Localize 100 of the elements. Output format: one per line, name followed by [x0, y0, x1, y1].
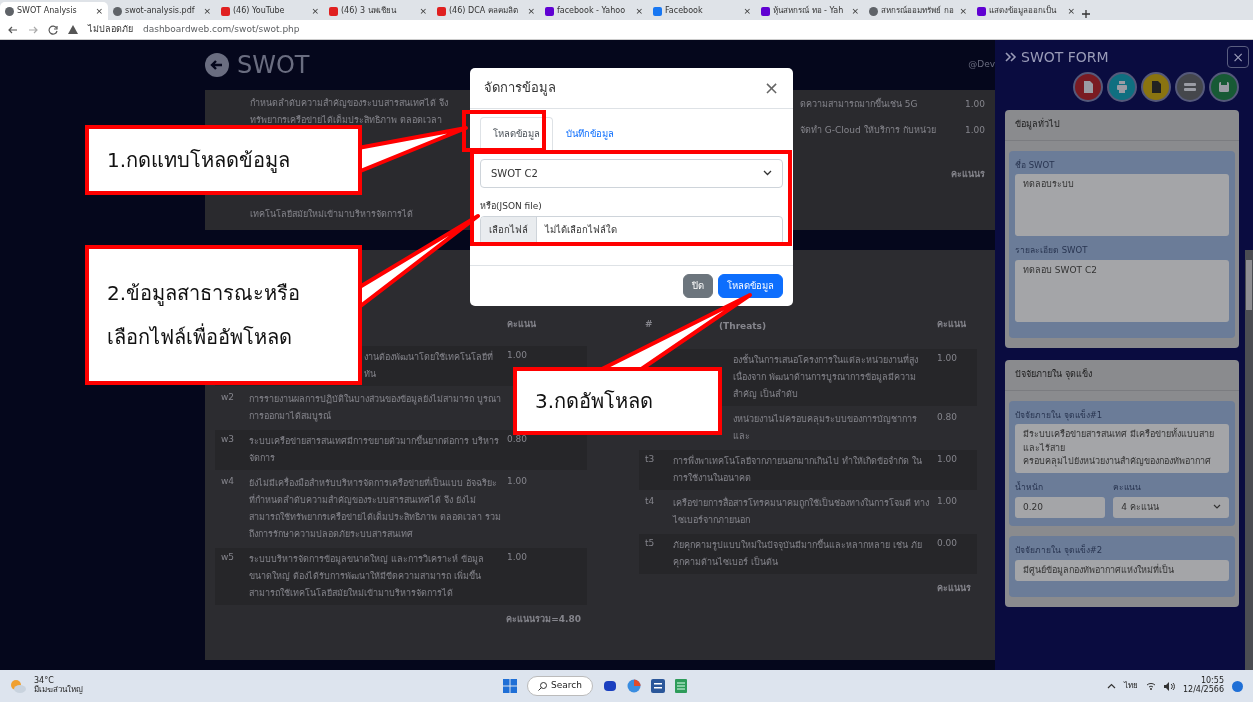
close-button[interactable]: ×	[763, 78, 779, 97]
text-area[interactable]: มีศูนย์ข้อมูลกองทัพอากาศแห่งใหม่ที่เป็น	[1015, 559, 1229, 582]
browser-tab[interactable]: swot-analysis.pdf ×	[108, 2, 216, 20]
close-icon[interactable]: ×	[1067, 6, 1075, 16]
browser-tab[interactable]: facebook - Yahoo ×	[540, 2, 648, 20]
reload-icon[interactable]	[48, 24, 58, 35]
search-field[interactable]: Search	[527, 676, 593, 696]
site-icon	[977, 6, 986, 16]
row-id: t3	[644, 453, 656, 466]
table-text: ระบบบริหารจัดการข้อมูลขนาดใหญ่ และการวิเคราะห์ ข้อมูลขนาดใหญ่ ต้องได้รับการพัฒนาให้มีขีดความสามารถ เพิ่มขึ้น สามารถใช้เทคโนโลยีสมัยใหม่เข้ามาบริหารจัดการได้	[249, 552, 485, 600]
dialog-title: จัดการข้อมูล	[484, 79, 556, 98]
chevron-up-icon[interactable]	[1106, 683, 1116, 689]
close-icon[interactable]: ×	[527, 6, 535, 16]
browser-tab[interactable]: SWOT Analysis ×	[0, 2, 108, 20]
user-label: @Dev	[968, 58, 995, 72]
field-label: คะแนน	[1113, 480, 1143, 494]
table-text: ภัยคุกคามรูปแบบใหม่ในปัจจุบันมีมากขึ้นและหลากหลาย เช่น ภัยคุกคามด้านไซเบอร์ เป็นต้น	[673, 538, 923, 570]
new-tab-icon[interactable]	[1080, 8, 1092, 20]
browser-tab[interactable]: สหกรณ์ออมทรัพย์ กอ ×	[864, 2, 972, 20]
close-icon[interactable]: ×	[419, 6, 427, 16]
column-header: #	[644, 318, 654, 331]
close-icon[interactable]: ×	[311, 6, 319, 16]
browser-tab[interactable]: หุ้นสหกรณ์ ทอ - Yah ×	[756, 2, 864, 20]
address-field[interactable]: dashboardweb.com/swot/swot.php	[143, 22, 300, 37]
table-text: ระบบเครือข่ายสารสนเทศมีการขยายตัวมากขึ้นยากต่อการ บริหารจัดการ	[249, 434, 500, 465]
column-header: คะแนน	[937, 318, 967, 331]
score-text: 0.80	[507, 432, 529, 446]
close-icon[interactable]: ×	[851, 6, 859, 16]
print-button[interactable]	[1107, 72, 1137, 102]
spreadsheet-icon	[1150, 81, 1162, 93]
search-icon	[538, 681, 547, 691]
table-text: เครือข่ายการสื่อสารโทรคมนาคมถูกใช้เป็นช่องทางในการโจมตี ทางไซเบอร์จากภายนอก	[673, 496, 930, 527]
wifi-icon[interactable]	[1145, 682, 1156, 690]
table-text: องชั้นในการเสนอโครงการในแต่ละหน่วยงานที่สูง เนื่องจาก พัฒนาด้านการบูรณาการข้อมูลมีความสำคัญ เป็นลำดับ	[732, 353, 919, 401]
browser-tab[interactable]: (46) 3 นพเชียน ×	[324, 2, 432, 20]
select-field[interactable]: SWOT C2	[480, 158, 783, 188]
close-icon[interactable]: ×	[203, 6, 211, 16]
load-button[interactable]: โหลดข้อมูล	[718, 273, 783, 298]
choose-file-button[interactable]: เลือกไฟล์	[481, 217, 537, 244]
text-area[interactable]: มีระบบเครือข่ายสารสนเทศ มีเครือข่ายทั้งแบบสายและไร้สาย ครอบคลุมไปยังหน่วยงานสำคัญของกองทัพอากาศ	[1015, 424, 1229, 473]
close-button[interactable]: ×	[1227, 46, 1249, 68]
clock-date[interactable]: 12/4/2566	[1182, 686, 1224, 695]
globe-icon	[113, 6, 122, 16]
file-input[interactable]: เลือกไฟล์ ไม่ได้เลือกไฟล์ใด	[480, 216, 783, 245]
list-icon	[1184, 81, 1196, 93]
tab[interactable]: บันทึกข้อมูล	[553, 116, 627, 151]
back-icon[interactable]	[8, 24, 18, 35]
pdf-button[interactable]	[1073, 72, 1103, 102]
chevron-icon	[1213, 504, 1221, 511]
score-text: 0.80	[937, 411, 959, 424]
close-button[interactable]: ปิด	[683, 273, 713, 298]
browser-tab[interactable]: Facebook ×	[648, 2, 756, 20]
row-id: w3	[220, 432, 236, 446]
row-id: w4	[220, 474, 236, 488]
table-text: การพึ่งพาเทคโนโลยีจากภายนอกมากเกินไป ทำให้เกิดข้อจำกัด ในการใช้งานในอนาคต	[673, 454, 923, 485]
select-field[interactable]: 4 คะแนน	[1113, 496, 1229, 518]
column-header: (Threats)	[718, 320, 768, 333]
total-text: คะแนนร	[936, 582, 972, 595]
notification-icon[interactable]	[1232, 680, 1243, 692]
table-text: งานต้องพัฒนาโดยใช้เทคโนโลยีที่ ทัน	[363, 350, 494, 381]
browser-tab[interactable]: (46) DCA คลคมลิต ×	[432, 2, 540, 20]
tab[interactable]: โหลดข้อมูล	[480, 116, 553, 151]
close-icon[interactable]: ×	[959, 6, 967, 16]
field-label: ปัจจัยภายใน จุดแข็ง#1	[1015, 408, 1104, 422]
table-text: ดความสามารถมากขึ้นเช่น 5G	[800, 98, 918, 111]
clock-time[interactable]: 10:55	[1182, 677, 1224, 686]
globe-icon	[5, 6, 14, 16]
score-text: 1.00	[937, 352, 959, 365]
list-button[interactable]	[1175, 72, 1205, 102]
language-indicator[interactable]: ไทย	[1123, 680, 1138, 692]
page-title: SWOT	[237, 50, 310, 81]
row-id: w5	[220, 550, 236, 564]
notepad-icon[interactable]	[674, 679, 687, 693]
score-text: 1.00	[937, 453, 959, 466]
scrollbar[interactable]	[1245, 250, 1253, 670]
table-text: กำหนดลำดับความสำคัญของระบบสารสนเทศได้ จึง	[250, 97, 449, 110]
score-text: 1.00	[964, 123, 985, 137]
save-button[interactable]	[1209, 72, 1239, 102]
close-icon[interactable]: ×	[743, 6, 751, 16]
temperature-text: 34°C	[34, 677, 54, 686]
printer-icon	[1116, 81, 1128, 93]
score-text: 1.00	[507, 348, 529, 362]
text-area[interactable]: ทดลอบ SWOT C2	[1015, 260, 1229, 322]
excel-button[interactable]	[1141, 72, 1171, 102]
table-text: การรายงานผลการปฏิบัติในบางส่วนของข้อมูลยังไม่สามารถ บูรณาการออกมาได้สมบูรณ์	[249, 392, 501, 424]
score-text: 1.00	[507, 474, 529, 488]
text-area[interactable]: ทดลอบระบบ	[1015, 174, 1229, 237]
close-icon[interactable]: ×	[95, 6, 103, 16]
score-text: 0.00	[937, 537, 959, 550]
close-icon[interactable]: ×	[635, 6, 643, 16]
speaker-icon[interactable]	[1163, 681, 1175, 691]
field-label: น้ำหนัก	[1015, 480, 1044, 494]
input-field[interactable]: 0.20	[1015, 496, 1106, 518]
chevron-icon	[763, 170, 772, 177]
browser-tab[interactable]: แสดงข้อมูลออกเป็น ×	[972, 2, 1080, 20]
document-app-icon[interactable]	[650, 679, 665, 693]
document-icon	[1082, 81, 1094, 93]
site-icon	[437, 6, 446, 16]
floppy-icon	[1218, 81, 1230, 93]
browser-tab[interactable]: (46) YouTube ×	[216, 2, 324, 20]
